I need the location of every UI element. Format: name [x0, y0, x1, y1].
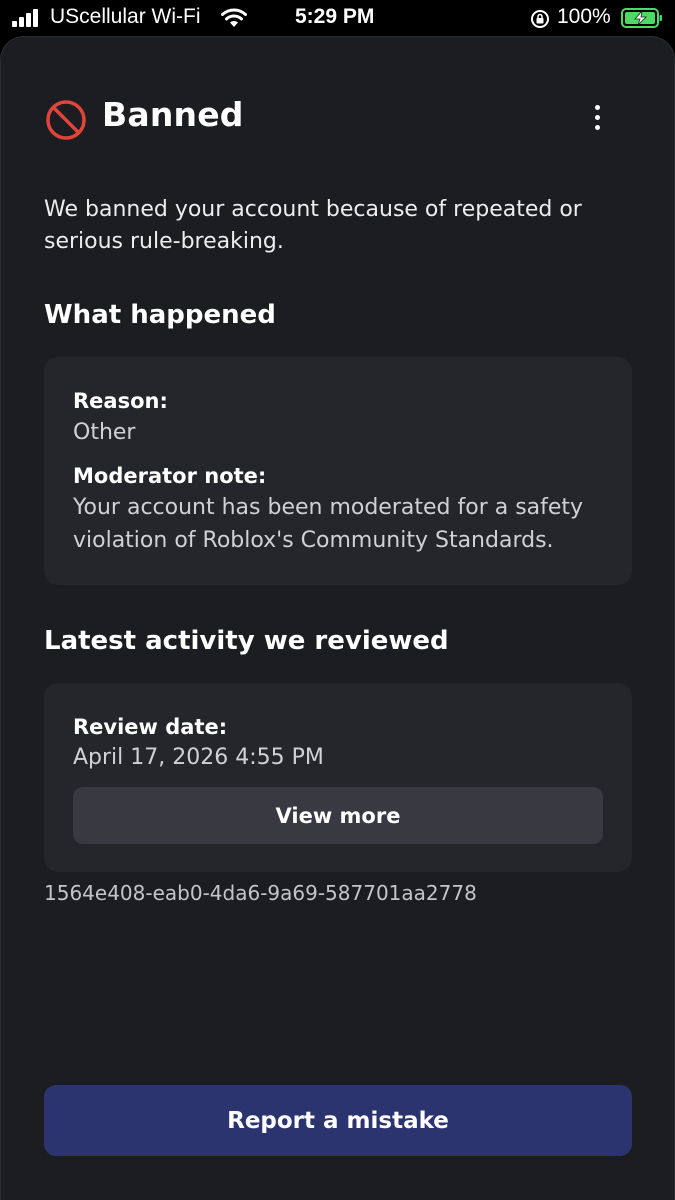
more-vertical-icon[interactable]: [581, 99, 613, 135]
signal-icon: [12, 9, 40, 27]
reason-label: Reason:: [73, 389, 168, 413]
orientation-lock-icon: [531, 10, 549, 28]
ban-description: We banned your account because of repeat…: [44, 197, 582, 254]
latest-activity-heading: Latest activity we reviewed: [44, 626, 449, 656]
what-happened-card: Reason: Other Moderator note: Your accou…: [44, 357, 632, 585]
review-date-label: Review date:: [73, 715, 228, 739]
latest-activity-card: Review date: April 17, 2026 4:55 PM View…: [44, 683, 632, 872]
moderator-note-label: Moderator note:: [73, 464, 267, 488]
view-more-button[interactable]: View more: [73, 787, 603, 844]
battery-percent: 100%: [557, 5, 611, 28]
ban-sheet: Banned We banned your account because of…: [0, 36, 675, 1200]
ban-icon: [46, 100, 86, 140]
carrier-name: UScellular Wi-Fi: [50, 5, 201, 28]
ticket-id: 1564e408-eab0-4da6-9a69-587701aa2778: [44, 881, 477, 905]
status-bar: UScellular Wi-Fi 5:29 PM 100%: [0, 0, 675, 36]
wifi-icon: [221, 8, 247, 27]
report-mistake-button[interactable]: Report a mistake: [44, 1085, 632, 1156]
page-title: Banned: [102, 95, 244, 134]
moderator-note-value: Your account has been moderated for a sa…: [73, 495, 584, 553]
reason-value: Other: [73, 420, 136, 445]
battery-charging-icon: [621, 8, 662, 28]
review-date-value: April 17, 2026 4:55 PM: [73, 745, 324, 770]
what-happened-heading: What happened: [44, 300, 276, 330]
clock: 5:29 PM: [295, 5, 375, 28]
